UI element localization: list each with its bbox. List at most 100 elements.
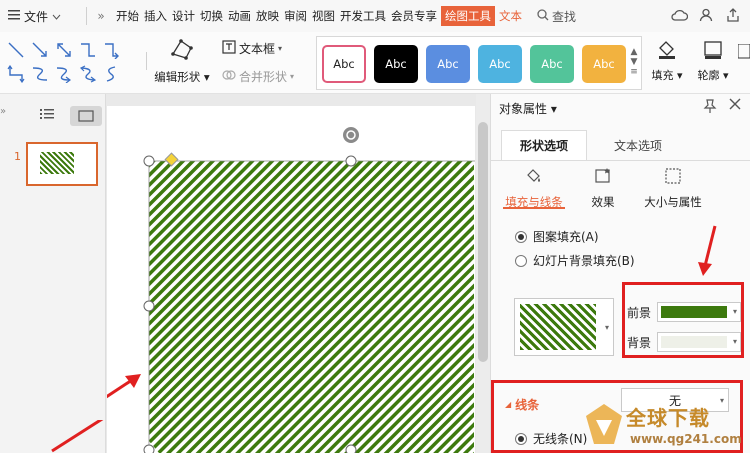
fill-bucket-icon (524, 169, 544, 188)
gallery-expand-button[interactable]: ▲ ▼ ≡ (629, 47, 639, 77)
pattern-picker[interactable]: ▾ (514, 298, 614, 356)
panel-header: 对象属性 ▾ (491, 94, 750, 120)
tab-insert[interactable]: 插入 (143, 6, 168, 26)
outline-label: 轮廓 (697, 69, 720, 82)
tab-design[interactable]: 设计 (171, 6, 196, 26)
slide-number: 1 (14, 150, 21, 163)
paint-bucket-icon (656, 41, 678, 63)
annotation-arrow-down (698, 225, 717, 276)
slide-canvas[interactable] (46, 106, 475, 453)
arrow-shape-icon[interactable] (28, 38, 52, 62)
caret-down-icon: ▾ (278, 44, 283, 53)
outline-view-icon[interactable] (40, 108, 54, 123)
elbow-double-arrow-icon[interactable] (4, 62, 28, 86)
elbow-connector-icon[interactable] (76, 38, 100, 62)
tab-drawing-tools[interactable]: 绘图工具 (441, 6, 495, 26)
scrollbar-thumb[interactable] (478, 122, 488, 362)
merge-shape-label: 合并形状 (239, 70, 288, 84)
close-icon[interactable] (729, 98, 741, 113)
effects-icon (593, 168, 613, 188)
elbow-arrow-connector-icon[interactable] (100, 38, 124, 62)
shapes-gallery (4, 38, 128, 88)
slide-thumbnail[interactable] (26, 142, 98, 186)
slide-bg-fill-radio[interactable] (515, 254, 527, 267)
curved-double-arrow-icon[interactable] (76, 62, 100, 86)
no-line-option[interactable]: 无线条(N) (515, 430, 587, 447)
resize-handle[interactable] (345, 444, 357, 453)
caret-down-icon: ▾ (290, 72, 295, 81)
style-swatch-blue[interactable]: Abc (426, 45, 470, 83)
style-swatch-white[interactable]: Abc (322, 45, 366, 83)
tab-slideshow[interactable]: 放映 (255, 6, 280, 26)
vertical-scrollbar[interactable] (476, 94, 490, 453)
site-watermark: 全球下载 www.qg241.com (580, 396, 750, 453)
triangle-down-icon: ◢ (505, 400, 512, 409)
curved-connector-icon[interactable] (28, 62, 52, 86)
textbox-icon (222, 40, 236, 57)
style-swatch-sky[interactable]: Abc (478, 45, 522, 83)
tab-member[interactable]: 会员专享 (390, 6, 438, 26)
resize-handle[interactable] (345, 155, 357, 167)
resize-handle[interactable] (143, 300, 155, 312)
resize-handle[interactable] (143, 444, 155, 453)
watermark-url: www.qg241.com (630, 432, 742, 446)
merge-shape-button[interactable]: 合并形状 ▾ (222, 68, 294, 85)
line-shape-icon[interactable] (4, 38, 28, 62)
style-swatch-black[interactable]: Abc (374, 45, 418, 83)
pattern-filled-shape[interactable] (149, 161, 474, 453)
more-tools-icon[interactable] (737, 43, 750, 67)
tab-transition[interactable]: 切换 (199, 6, 224, 26)
fill-button[interactable]: 填充 ▾ (648, 40, 686, 83)
tab-text-options[interactable]: 文本选项 (601, 130, 675, 160)
curved-arrow-connector-icon[interactable] (52, 62, 76, 86)
hamburger-icon (8, 9, 20, 23)
editing-workspace: » 1 (0, 94, 490, 453)
subtab-fill-line[interactable]: 填充与线条 (503, 167, 565, 210)
subtab-size-properties[interactable]: 大小与属性 (641, 167, 705, 210)
pattern-fill-option[interactable]: 图案填充(A) (515, 228, 599, 245)
edit-shape-button[interactable]: 编辑形状 ▾ (150, 38, 214, 85)
pattern-fill-label: 图案填充(A) (533, 230, 599, 244)
subtab-effects[interactable]: 效果 (587, 167, 619, 210)
panel-title: 对象属性 (499, 102, 548, 116)
freeform-curve-icon[interactable] (100, 62, 124, 86)
tab-text-tools[interactable]: 文本 (498, 6, 523, 26)
tab-home[interactable]: 开始 (115, 6, 140, 26)
watermark-text: 全球下载 (626, 406, 710, 430)
tab-shape-options[interactable]: 形状选项 (501, 130, 587, 160)
search-icon (537, 8, 549, 24)
tab-view[interactable]: 视图 (311, 6, 336, 26)
share-icon[interactable] (724, 6, 742, 24)
double-arrow-shape-icon[interactable] (52, 38, 76, 62)
ribbon-toolbar: 编辑形状 ▾ 文本框 ▾ 合并形状 ▾ Abc Abc Abc Abc Abc … (0, 32, 750, 94)
more-tabs-button[interactable]: » (93, 9, 109, 23)
style-swatch-green[interactable]: Abc (530, 45, 574, 83)
tab-animation[interactable]: 动画 (227, 6, 252, 26)
outline-button[interactable]: 轮廓 ▾ (694, 40, 732, 83)
cloud-sync-icon[interactable] (670, 6, 688, 24)
pattern-fill-radio[interactable] (515, 230, 527, 243)
textbox-button[interactable]: 文本框 ▾ (222, 40, 282, 57)
caret-down-icon: ▾ (604, 323, 609, 332)
tab-review[interactable]: 审阅 (283, 6, 308, 26)
menu-bar: 文件 » 开始 插入 设计 切换 动画 放映 审阅 视图 开发工具 会员专享 绘… (0, 0, 750, 32)
chevron-down-icon (52, 9, 61, 23)
rotation-handle-icon[interactable] (343, 127, 359, 143)
collapse-panel-icon[interactable]: » (0, 106, 6, 117)
line-section-header[interactable]: ◢ 线条 (505, 396, 539, 413)
no-line-radio[interactable] (515, 432, 527, 445)
style-swatch-orange[interactable]: Abc (582, 45, 626, 83)
search-button[interactable]: 查找 (537, 8, 576, 25)
user-icon[interactable] (697, 6, 715, 24)
tab-developer[interactable]: 开发工具 (339, 6, 387, 26)
file-menu[interactable]: 文件 (0, 8, 80, 25)
panel-title-dropdown[interactable]: 对象属性 ▾ (499, 100, 557, 117)
edit-shape-label: 编辑形状 (154, 70, 201, 84)
pin-icon[interactable] (703, 98, 717, 117)
size-icon (663, 168, 683, 188)
resize-handle[interactable] (143, 155, 155, 167)
shape-style-gallery: Abc Abc Abc Abc Abc Abc ▲ ▼ ≡ (316, 36, 642, 90)
textbox-label: 文本框 (239, 42, 276, 56)
thumbnail-view-icon[interactable] (70, 106, 102, 126)
slide-bg-fill-option[interactable]: 幻灯片背景填充(B) (515, 252, 635, 269)
